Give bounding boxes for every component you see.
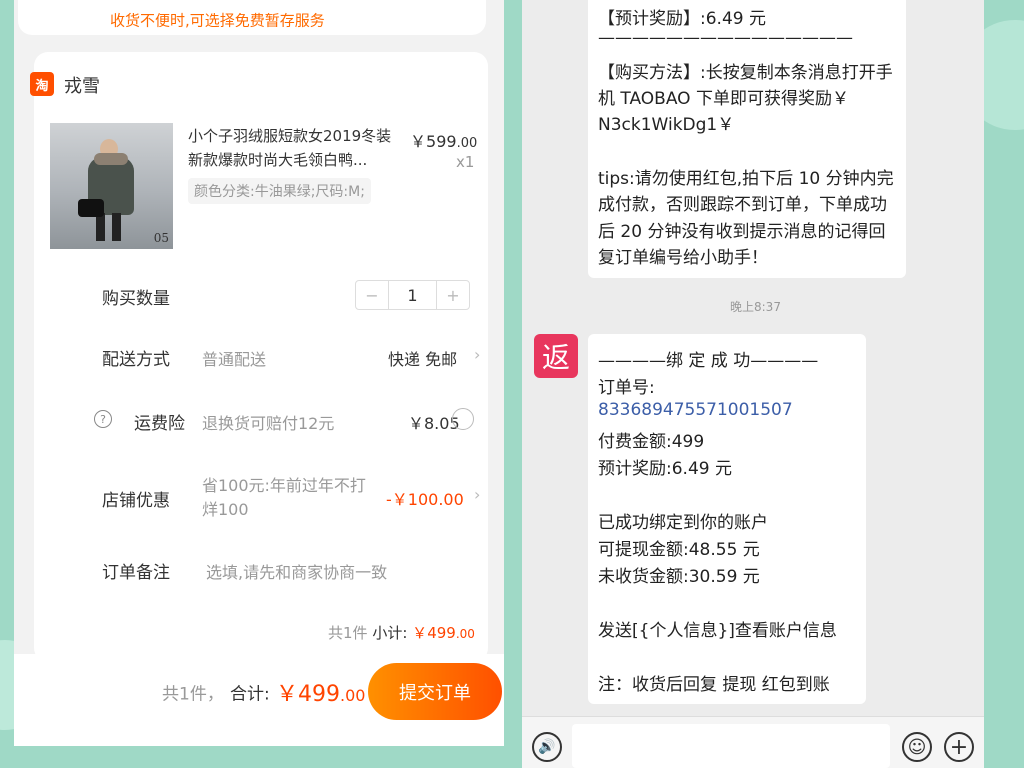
message-line: N3ck1WikDg1￥ [598, 115, 735, 135]
product-quantity: x1 [456, 153, 475, 171]
withdrawable-amount: 可提现金额:48.55 元 [598, 540, 760, 560]
note-text: 注：收货后回复 提现 红包到账 [598, 675, 830, 695]
message-line: 机 TAOBAO 下单即可获得奖励￥ [598, 89, 849, 109]
message-line: 【购买方法】:长按复制本条消息打开手 [598, 63, 893, 83]
message-line: 后 20 分钟没有收到提示消息的记得回 [598, 222, 886, 242]
delivery-value: 普通配送 [202, 350, 267, 369]
total-label: 合计: [230, 684, 270, 705]
plus-button[interactable]: + [437, 281, 469, 309]
minus-button[interactable]: − [356, 281, 388, 309]
bot-avatar[interactable]: 返 [534, 334, 578, 378]
message-timestamp: 晚上8:37 [730, 300, 781, 314]
product-title[interactable]: 小个子羽绒服短款女2019冬装新款爆款时尚大毛领白鸭... [188, 124, 398, 172]
quantity-value[interactable]: 1 [388, 281, 437, 309]
expected-reward: 预计奖励:6.49 元 [598, 459, 732, 479]
pending-amount: 未收货金额:30.59 元 [598, 567, 760, 587]
product-price: ￥599.00 [410, 132, 478, 151]
bind-success-title: ————绑 定 成 功———— [598, 351, 819, 371]
product-spec: 颜色分类:牛油果绿;尺码:M; [188, 178, 371, 204]
remark-label: 订单备注 [102, 563, 170, 583]
subtotal: 共1件 小计: ￥499.00 [328, 624, 475, 642]
notice-text: 收货不便时,可选择免费暂存服务 [110, 11, 325, 30]
total-amount: ￥499.00 [276, 682, 366, 707]
insurance-desc: 退换货可赔付12元 [202, 414, 335, 433]
order-number-label: 订单号: [598, 378, 655, 398]
delivery-label: 配送方式 [102, 350, 170, 370]
shop-name[interactable]: 戎雪 [64, 72, 100, 98]
message-line: 复订单编号给小助手！ [598, 248, 768, 268]
submit-order-button[interactable]: 提交订单 [368, 663, 502, 720]
chevron-right-icon[interactable]: › [474, 345, 480, 364]
discount-amount[interactable]: -￥100.00 [386, 486, 464, 510]
order-number[interactable]: 833689475571001507 [598, 400, 793, 420]
message-line: ——————————————— [598, 28, 853, 48]
insurance-label: 运费险 [134, 414, 185, 434]
pay-amount: 付费金额:499 [598, 432, 705, 452]
help-icon[interactable]: ? [94, 410, 112, 428]
message-line: 成付款，否则跟踪不到订单，下单成功 [598, 195, 887, 215]
discount-label: 店铺优惠 [102, 491, 170, 511]
insurance-radio[interactable] [452, 408, 474, 430]
discount-desc: 省100元:年前过年不打烊100 [202, 476, 366, 519]
quantity-label: 购买数量 [102, 289, 170, 309]
voice-icon[interactable]: 🔊 [532, 732, 562, 762]
quantity-stepper: − 1 + [355, 280, 470, 310]
total-count: 共1件， [162, 684, 224, 705]
send-info-text: 发送[{个人信息}]查看账户信息 [598, 621, 837, 641]
taobao-logo-icon: 淘 [30, 72, 54, 96]
chat-input[interactable] [572, 724, 890, 768]
emoji-icon[interactable]: ☺ [902, 732, 932, 762]
message-line: 【预计奖励】:6.49 元 [598, 9, 766, 29]
remark-input[interactable]: 选填,请先和商家协商一致 [206, 559, 387, 583]
message-line: tips:请勿使用红包,拍下后 10 分钟内完 [598, 169, 894, 189]
chevron-right-icon[interactable]: › [474, 485, 480, 504]
bound-account: 已成功绑定到你的账户 [598, 513, 768, 533]
plus-icon[interactable]: + [944, 732, 974, 762]
product-image[interactable]: 05 [50, 123, 173, 249]
delivery-method[interactable]: 快递 免邮 [388, 346, 457, 370]
